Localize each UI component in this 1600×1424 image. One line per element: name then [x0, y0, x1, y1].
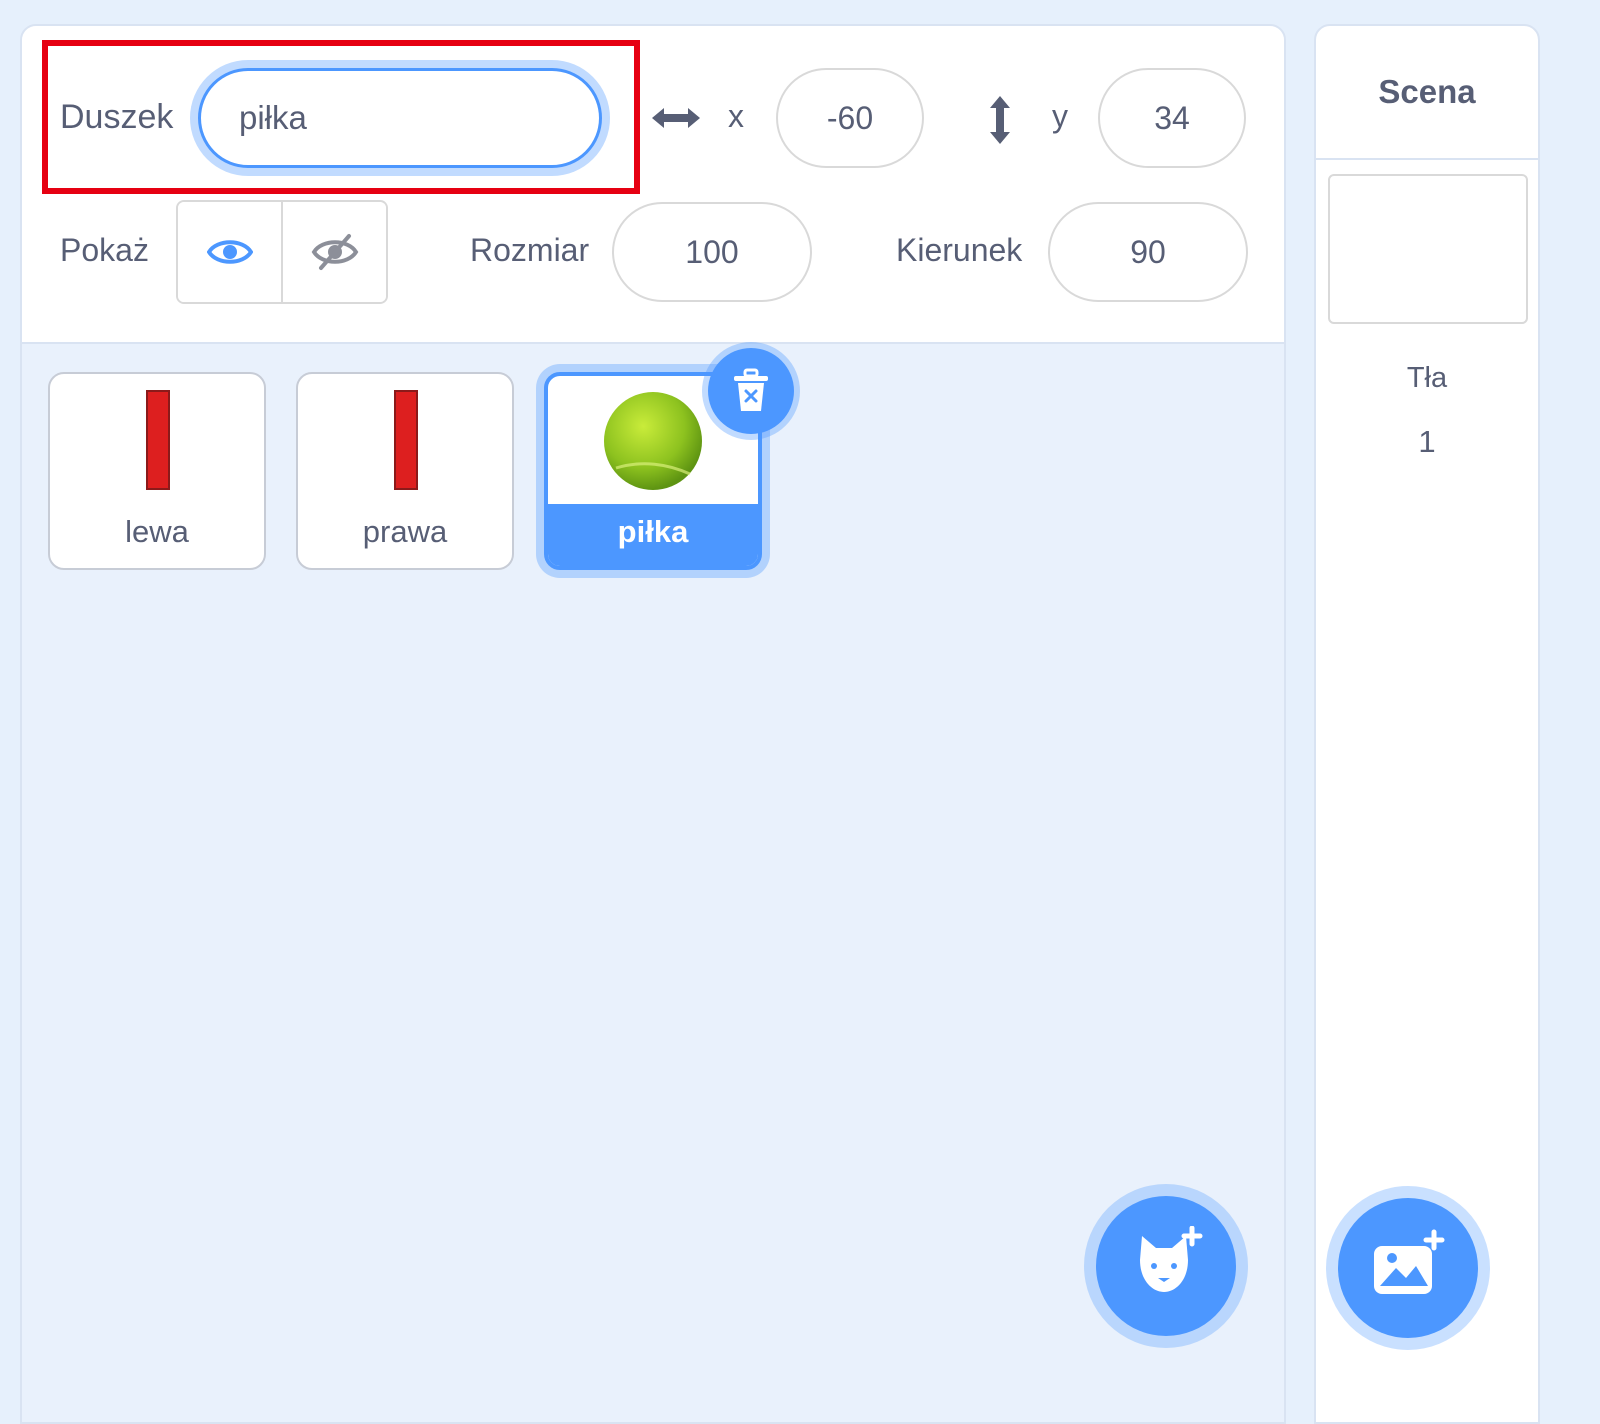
vertical-arrow-icon	[990, 96, 1010, 144]
size-input[interactable]: 100	[612, 202, 812, 302]
tennis-ball-thumbnail	[604, 392, 702, 490]
trash-icon	[734, 368, 768, 411]
sprite-name-input[interactable]: piłka	[198, 68, 602, 168]
y-position-input[interactable]: 34	[1098, 68, 1246, 168]
sprite-card-name: lewa	[125, 514, 189, 549]
backdrops-count: 1	[1418, 424, 1436, 459]
paddle-thumbnail	[146, 390, 170, 490]
cat-plus-icon	[1140, 1226, 1203, 1292]
delete-sprite-button[interactable]	[708, 348, 794, 434]
add-sprite-button[interactable]	[1096, 1196, 1236, 1336]
visibility-toggle-group	[176, 200, 388, 304]
eye-icon	[206, 240, 253, 264]
horizontal-arrow-icon	[652, 108, 700, 128]
sprite-pane: Duszek piłka x -60 y 34 Pokaż Rozmiar 10…	[20, 24, 1286, 1424]
stage-title: Scena	[1316, 26, 1538, 160]
backdrops-label: Tła	[1406, 362, 1448, 394]
eye-slash-icon	[311, 234, 358, 270]
paddle-thumbnail	[394, 390, 418, 490]
direction-input[interactable]: 90	[1048, 202, 1248, 302]
show-button[interactable]	[178, 202, 281, 302]
sprite-info-panel: Duszek piłka x -60 y 34 Pokaż Rozmiar 10…	[22, 26, 1284, 344]
sprite-card-name: prawa	[362, 514, 448, 549]
x-label: x	[728, 98, 744, 134]
add-backdrop-button[interactable]	[1338, 1198, 1478, 1338]
sprite-name-label: Duszek	[60, 98, 174, 136]
hide-button[interactable]	[281, 202, 386, 302]
direction-label: Kierunek	[896, 232, 1023, 268]
x-position-input[interactable]: -60	[776, 68, 924, 168]
sprite-card-lewa[interactable]: lewa	[48, 372, 266, 570]
stage-thumbnail[interactable]	[1328, 174, 1528, 324]
size-label: Rozmiar	[470, 232, 590, 268]
y-label: y	[1052, 98, 1068, 134]
image-plus-icon	[1374, 1229, 1445, 1294]
sprite-card-prawa[interactable]: prawa	[296, 372, 514, 570]
show-label: Pokaż	[60, 232, 149, 268]
sprite-card-name: piłka	[617, 514, 689, 549]
